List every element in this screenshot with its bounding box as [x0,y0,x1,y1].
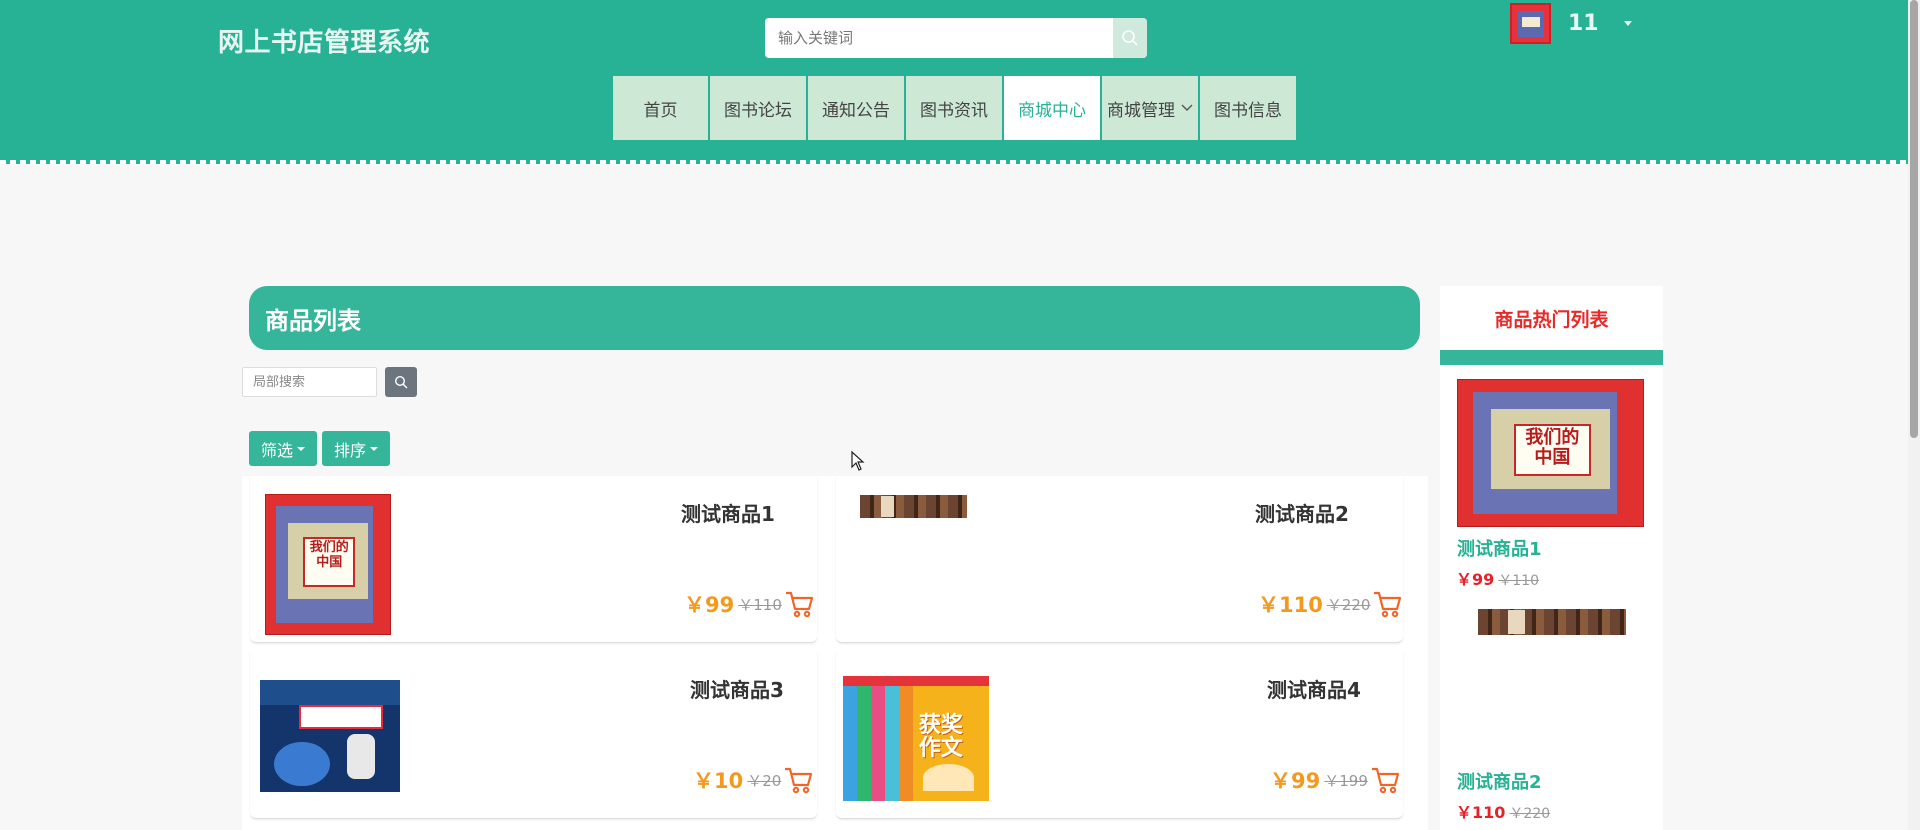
search-icon [394,375,408,389]
cart-icon[interactable] [1370,766,1400,794]
local-search-input[interactable] [242,367,377,397]
header-divider [0,160,1920,164]
product-price: ￥99 [1270,769,1321,793]
global-search [765,18,1147,58]
product-card[interactable]: 测试商品2 ￥110 ￥220 [836,476,1403,643]
scrollbar-thumb[interactable] [1910,0,1918,438]
hot-products-title: 商品热门列表 [1494,308,1609,331]
cart-icon[interactable] [784,590,814,618]
search-icon [1122,30,1138,46]
product-card[interactable]: 测试商品3 ￥10 ￥20 [250,652,817,819]
hot-product-price-row: ￥99 ￥110 [1456,566,1539,590]
nav-book-news[interactable]: 图书资讯 [906,76,1002,140]
hot-product-price: ￥110 [1456,803,1506,822]
search-button[interactable] [1113,18,1147,58]
user-menu[interactable]: 11 [1510,2,1632,44]
hot-product-old-price: ￥110 [1498,573,1540,589]
local-search [242,367,417,397]
main-nav: 首页 图书论坛 通知公告 图书资讯 商城中心 商城管理 图书信息 [613,76,1298,140]
nav-home[interactable]: 首页 [613,76,708,140]
product-price: ￥10 [693,769,744,793]
product-old-price: ￥220 [1326,595,1371,614]
product-price: ￥110 [1258,593,1323,617]
nav-notices[interactable]: 通知公告 [808,76,904,140]
hot-product-image[interactable] [1478,609,1626,635]
nav-mall-center[interactable]: 商城中心 [1004,76,1100,140]
caret-down-icon[interactable] [1623,20,1632,26]
product-price-row: ￥10 ￥20 [693,765,813,795]
hot-product-old-price: ￥220 [1509,806,1551,822]
avatar[interactable] [1510,2,1551,44]
product-image[interactable]: 获奖 作文 [843,676,989,801]
product-list-title: 商品列表 [249,286,1420,350]
filter-dropdown[interactable]: 筛选 [249,431,318,466]
local-search-button[interactable] [385,367,417,397]
product-image[interactable] [260,680,400,792]
cart-icon[interactable] [1372,590,1402,618]
hot-product-name[interactable]: 测试商品1 [1457,535,1542,561]
cart-icon[interactable] [783,766,813,794]
mouse-cursor-icon [851,451,865,471]
product-price: ￥99 [684,593,735,617]
hot-product-name[interactable]: 测试商品2 [1457,768,1542,794]
product-old-price: ￥110 [738,595,782,614]
product-price-row: ￥99 ￥110 [684,589,814,619]
hot-product-price-row: ￥110 ￥220 [1456,799,1550,823]
product-name[interactable]: 测试商品2 [1255,498,1349,527]
site-title: 网上书店管理系统 [218,28,431,58]
nav-book-forum[interactable]: 图书论坛 [710,76,806,140]
hot-product-price: ￥99 [1456,570,1495,589]
product-price-row: ￥110 ￥220 [1258,589,1402,619]
caret-down-icon [370,446,379,451]
nav-book-info[interactable]: 图书信息 [1200,76,1296,140]
product-old-price: ￥20 [747,771,782,790]
nav-mall-management[interactable]: 商城管理 [1102,76,1198,140]
product-old-price: ￥199 [1324,771,1368,790]
filter-row: 筛选 排序 [249,431,395,466]
hot-products-sidebar: 商品热门列表 我们的 中国 测试商品1 ￥99 ￥110 测试商品2 ￥110 ￥… [1440,286,1663,830]
product-card[interactable]: 我们的 中国 测试商品1 ￥99 ￥110 [250,476,817,643]
product-name[interactable]: 测试商品1 [681,498,775,527]
hot-product-image[interactable]: 我们的 中国 [1457,379,1644,527]
sort-dropdown[interactable]: 排序 [322,431,391,466]
product-image[interactable] [860,495,967,518]
user-name[interactable]: 11 [1568,11,1599,36]
chevron-down-icon [1181,104,1193,111]
product-name[interactable]: 测试商品3 [690,674,784,703]
product-price-row: ￥99 ￥199 [1270,765,1400,795]
product-card[interactable]: 获奖 作文 测试商品4 ￥99 ￥199 [836,652,1403,819]
sidebar-divider [1440,350,1663,365]
product-image[interactable]: 我们的 中国 [265,494,391,635]
header: 网上书店管理系统 11 首页 图书论坛 通知公告 图书资讯 商城中心 商城管理 … [0,0,1920,160]
caret-down-icon [297,446,306,451]
product-name[interactable]: 测试商品4 [1267,674,1361,703]
search-input[interactable] [765,18,1113,58]
